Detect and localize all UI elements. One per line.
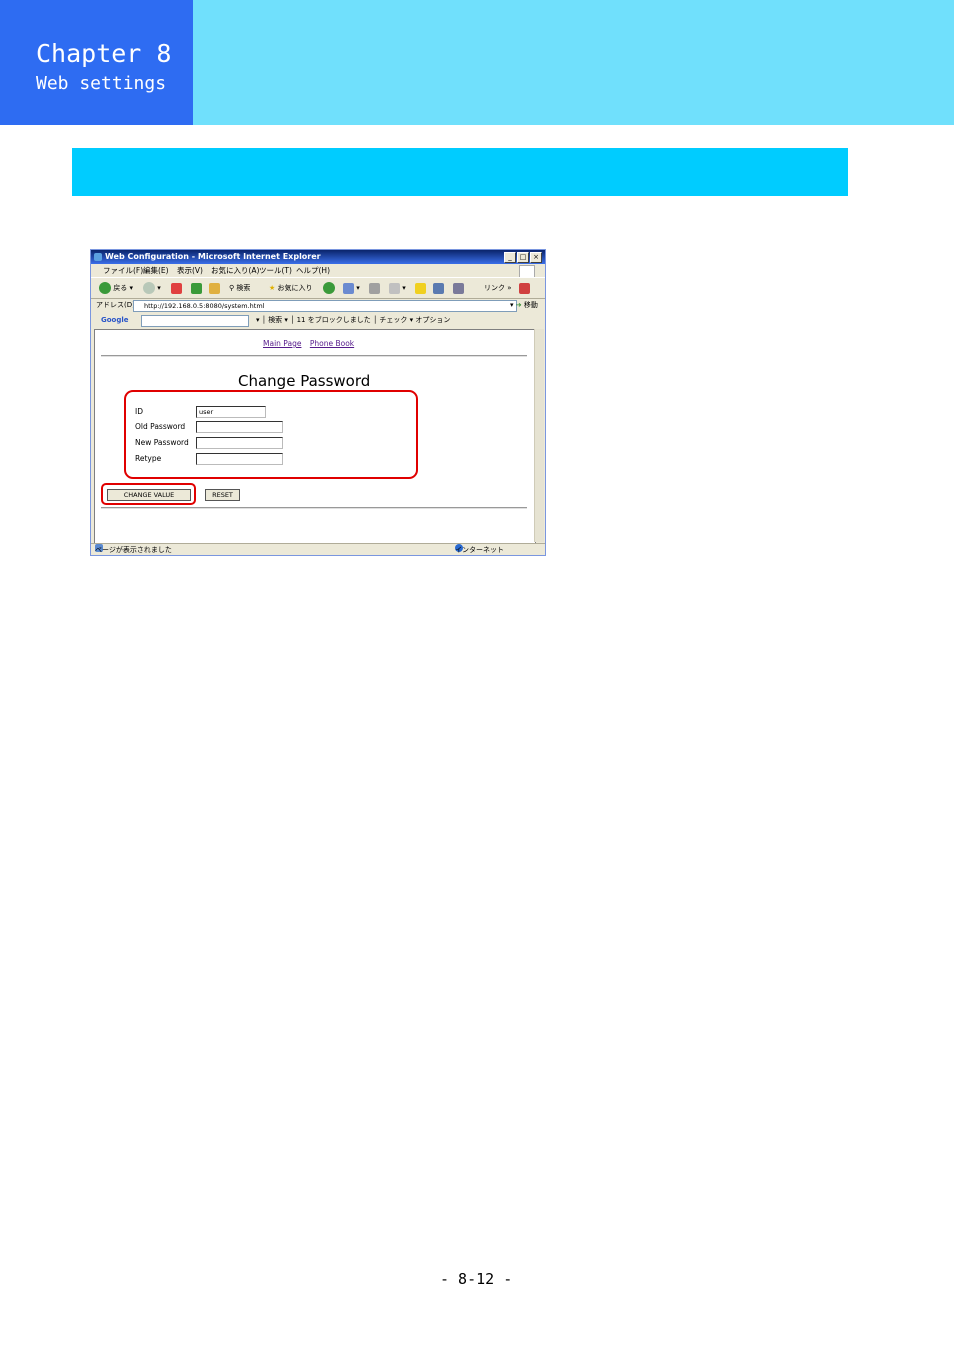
google-logo: Google	[101, 316, 129, 324]
go-button[interactable]: ▾ ➔ 移動	[510, 298, 538, 313]
page-content: Main Page Phone Book Change Password ID …	[94, 329, 536, 544]
reset-button[interactable]: RESET	[205, 489, 240, 501]
print-button[interactable]	[369, 281, 380, 295]
refresh-button[interactable]	[191, 281, 202, 295]
go-arrow-icon: ➔	[515, 301, 522, 309]
password-fields-highlight	[124, 390, 418, 479]
refresh-icon	[191, 282, 202, 294]
print-icon	[369, 282, 380, 294]
menu-file[interactable]: ファイル(F)	[103, 264, 143, 277]
edit-icon	[389, 282, 400, 294]
search-icon: ⚲	[229, 284, 235, 292]
notes-icon	[415, 282, 426, 294]
messenger-button[interactable]	[433, 281, 444, 295]
chapter-title: Chapter 8	[36, 39, 172, 68]
back-button[interactable]: 戻る ▾	[99, 281, 133, 295]
mail-icon	[343, 282, 354, 294]
research-button[interactable]	[453, 281, 464, 295]
status-bar: ページが表示されました インターネット	[91, 543, 545, 556]
forward-arrow-icon	[143, 282, 155, 294]
edit-button[interactable]: ▾	[389, 281, 406, 295]
menu-edit[interactable]: 編集(E)	[143, 264, 169, 277]
phone-book-link[interactable]: Phone Book	[310, 339, 354, 348]
back-arrow-icon	[99, 282, 111, 294]
nav-links: Main Page Phone Book	[263, 339, 360, 348]
vertical-scrollbar[interactable]	[534, 329, 544, 542]
menu-bar: ファイル(F) 編集(E) 表示(V) お気に入り(A) ツール(T) ヘルプ(…	[91, 264, 545, 278]
change-password-title: Change Password	[238, 372, 371, 390]
section-heading-bar	[72, 148, 848, 196]
google-toolbar-items[interactable]: ▾ │ 検索 ▾ │ 11 をブロックしました │ チェック ▾ オプション	[256, 313, 450, 328]
menu-view[interactable]: 表示(V)	[177, 264, 203, 277]
maximize-button[interactable]: □	[517, 252, 529, 263]
address-input[interactable]: http://192.168.0.5:8080/system.html	[133, 300, 517, 312]
google-toolbar: Google ▾ │ 検索 ▾ │ 11 をブロックしました │ チェック ▾ …	[91, 313, 545, 328]
stop-icon	[171, 282, 182, 294]
change-button-highlight	[101, 483, 196, 505]
header-banner	[193, 0, 954, 125]
home-icon	[209, 282, 220, 294]
browser-title: Web Configuration - Microsoft Internet E…	[105, 252, 321, 261]
mail-button[interactable]: ▾	[343, 281, 360, 295]
page-number: - 8-12 -	[440, 1270, 513, 1288]
close-button[interactable]: ×	[530, 252, 542, 263]
links-button[interactable]: リンク »	[484, 281, 512, 295]
home-button[interactable]	[209, 281, 220, 295]
forward-button[interactable]: ▾	[143, 281, 161, 295]
toolbar: 戻る ▾ ▾ ⚲ 検索 ★ お気に入り ▾ ▾ リンク »	[91, 277, 545, 299]
history-icon	[323, 282, 335, 294]
minimize-button[interactable]: _	[504, 252, 516, 263]
research-icon	[453, 282, 464, 294]
toolbar-extra-icon	[519, 282, 530, 294]
top-divider	[101, 355, 527, 357]
notes-button[interactable]	[415, 281, 426, 295]
bottom-divider	[101, 507, 527, 509]
ie-icon	[94, 253, 102, 261]
star-icon: ★	[269, 284, 276, 292]
menu-help[interactable]: ヘルプ(H)	[296, 264, 330, 277]
favorites-button[interactable]: ★ お気に入り	[269, 281, 313, 295]
messenger-icon	[433, 282, 444, 294]
search-button[interactable]: ⚲ 検索	[229, 281, 250, 295]
address-bar: アドレス(D) http://192.168.0.5:8080/system.h…	[91, 298, 545, 313]
google-search-input[interactable]	[141, 315, 249, 327]
history-button[interactable]	[323, 281, 335, 295]
stop-button[interactable]	[171, 281, 182, 295]
menu-favorites[interactable]: お気に入り(A)	[211, 264, 259, 277]
browser-window: Web Configuration - Microsoft Internet E…	[90, 249, 546, 556]
browser-title-bar: Web Configuration - Microsoft Internet E…	[91, 250, 545, 264]
chapter-subtitle: Web settings	[36, 73, 167, 94]
main-page-link[interactable]: Main Page	[263, 339, 301, 348]
toolbar-extra-button[interactable]	[519, 281, 530, 295]
menu-tools[interactable]: ツール(T)	[259, 264, 292, 277]
address-label: アドレス(D)	[96, 301, 135, 309]
